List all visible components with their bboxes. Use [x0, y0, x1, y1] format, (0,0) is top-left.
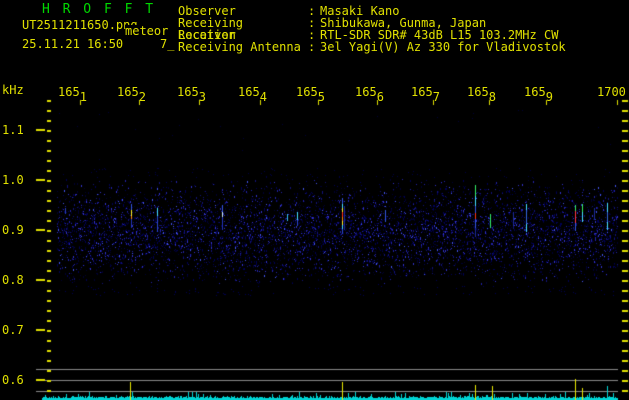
record-datetime: 25.11.21 16:50 [22, 37, 124, 51]
time-tick-main: 165 [355, 85, 377, 99]
echo-count: 7_ [160, 38, 174, 50]
freq-tick-label: 0.9 [2, 223, 24, 237]
time-tick-main: 165 [524, 85, 546, 99]
time-tick-minute: 4 [259, 90, 267, 104]
time-tick-label: 1652 [117, 85, 146, 103]
time-tick-label: 1659 [524, 85, 553, 103]
time-tick-minute: 3 [198, 90, 206, 104]
time-tick-main: 165 [117, 85, 139, 99]
time-tick-label: 1657 [411, 85, 440, 103]
time-tick-main: 165 [58, 85, 80, 99]
time-tick-main: 165 [411, 85, 433, 99]
time-tick-main: 165 [177, 85, 199, 99]
info-row: Receiving Antenna:3el Yagi(V) Az 330 for… [178, 41, 566, 53]
cursor-glyph: _ [167, 37, 175, 51]
time-tick-label: 1658 [467, 85, 496, 103]
time-tick-minute: 6 [376, 90, 384, 104]
info-separator: : [308, 40, 316, 54]
time-tick-label: 1655 [296, 85, 325, 103]
time-tick-minute: 2 [138, 90, 146, 104]
observer-info-table: Observer: Masaki Kano Receiving Location: S… [178, 5, 566, 53]
time-tick-label: 1653 [177, 85, 206, 103]
hrofft-screen: H R O F F T UT2511211650.png meteor 25.1… [0, 0, 629, 400]
time-tick-minute: 8 [488, 90, 496, 104]
time-axis: 1651 1652 1653 1654 1655 1656 1657 1658 1659 1700 [0, 86, 629, 106]
time-tick-minute: 7 [432, 90, 440, 104]
output-filename: UT2511211650.png [22, 18, 138, 32]
time-tick-minute: 1 [79, 90, 87, 104]
time-tick-label: 1654 [238, 85, 267, 103]
freq-tick-label: 0.8 [2, 273, 24, 287]
freq-tick-label: 0.7 [2, 323, 24, 337]
time-tick-main: 165 [467, 85, 489, 99]
time-tick-main: 165 [296, 85, 318, 99]
time-tick-label: 1651 [58, 85, 87, 103]
freq-tick-label: 0.6 [2, 373, 24, 387]
time-tick-minute: 9 [545, 90, 553, 104]
time-tick-label: 1656 [355, 85, 384, 103]
time-tick-main: 165 [238, 85, 260, 99]
app-title: H R O F F T [42, 2, 156, 17]
info-value: 3el Yagi(V) Az 330 for Vladivostok [320, 40, 566, 54]
info-label: Receiving Antenna [178, 40, 301, 54]
freq-tick-label: 1.0 [2, 173, 24, 187]
time-tick-main: 1700 [597, 85, 626, 99]
station-name: meteor [125, 24, 169, 38]
time-tick-minute: 5 [317, 90, 325, 104]
spectrogram-canvas [0, 0, 629, 400]
freq-tick-label: 1.1 [2, 123, 24, 137]
time-tick-label: 1700 [597, 86, 626, 98]
